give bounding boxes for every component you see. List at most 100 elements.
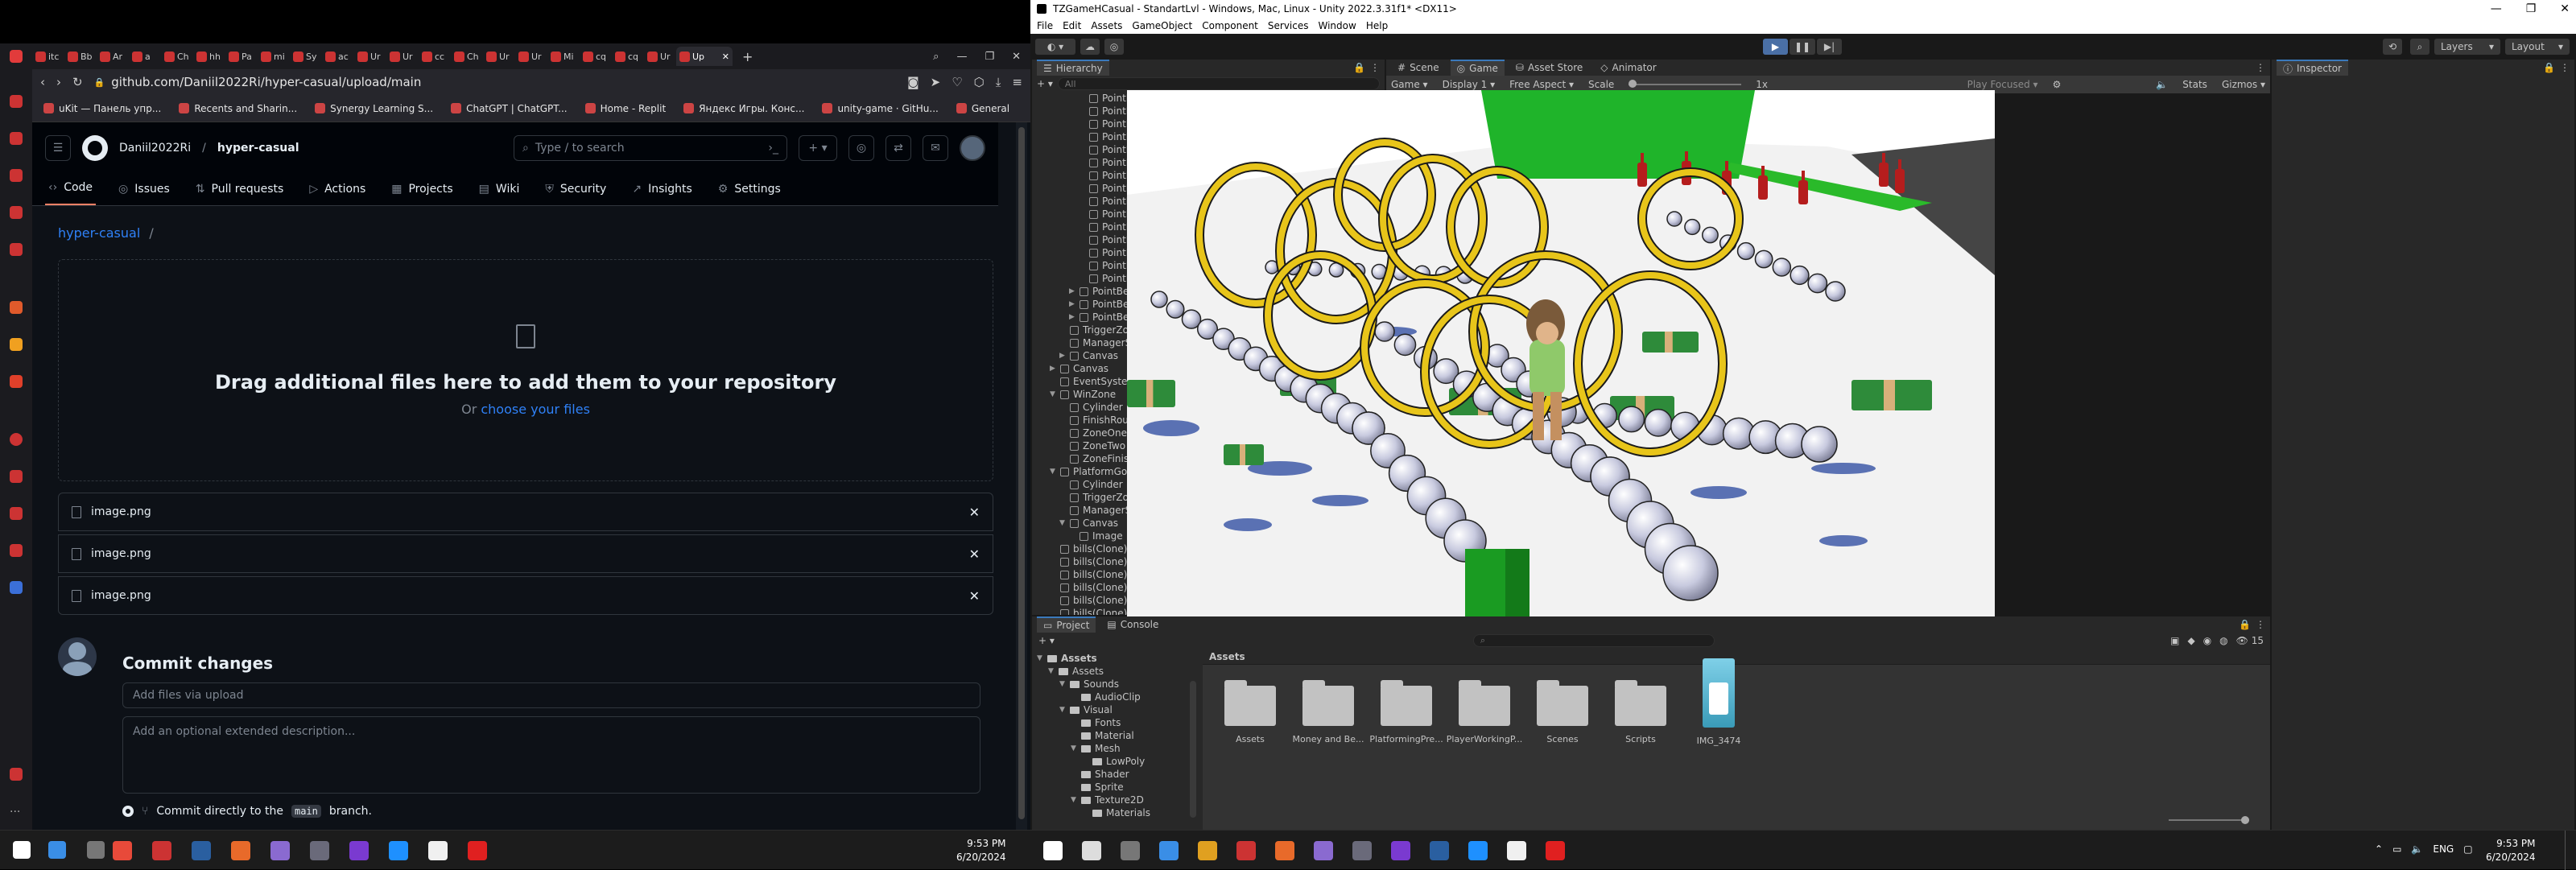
hierarchy-item[interactable]: ▶ Canvas	[1059, 349, 1118, 362]
kebab-icon[interactable]: ⋮	[2560, 62, 2570, 73]
sidebar-app-icon[interactable]	[10, 581, 23, 594]
app-icon[interactable]	[349, 841, 369, 860]
network-icon[interactable]: ▭	[2392, 843, 2401, 855]
play-button[interactable]: ▶	[1763, 39, 1788, 55]
hierarchy-item[interactable]: ZoneTwo	[1059, 439, 1125, 452]
icon-size-slider[interactable]	[2169, 816, 2249, 824]
minimize-icon[interactable]: —	[956, 51, 967, 63]
hidden-packages-icon[interactable]: ◍	[2219, 635, 2227, 646]
asset-folder[interactable]: Money and Be...	[1292, 680, 1364, 744]
menu-window[interactable]: Window	[1319, 20, 1356, 31]
opera-icon[interactable]	[1236, 841, 1256, 860]
radio-selected-icon[interactable]	[122, 806, 134, 817]
collapsed-arrow-icon[interactable]: ▶	[1069, 313, 1075, 321]
browser-tab[interactable]: mi	[258, 47, 288, 66]
menu-icon[interactable]: ≡	[1012, 75, 1022, 89]
task-view-icon[interactable]	[87, 841, 105, 859]
lock-icon[interactable]: 🔒	[1353, 62, 1365, 73]
visual-studio-icon[interactable]	[270, 841, 290, 860]
game-mode-dropdown[interactable]: Game ▾	[1391, 79, 1428, 90]
browser-tab[interactable]: cc	[419, 47, 449, 66]
visual-studio-icon[interactable]	[1314, 841, 1333, 860]
project-folder-item[interactable]: ▼ Sounds	[1059, 678, 1119, 691]
hierarchy-item[interactable]: Image	[1069, 530, 1123, 542]
show-desktop-button[interactable]	[2565, 831, 2570, 870]
opera-icon[interactable]	[152, 841, 171, 860]
sidebar-app-icon[interactable]	[10, 470, 23, 483]
bookmark-item[interactable]: Home - Replit	[584, 103, 666, 114]
hierarchy-item[interactable]: bills(Clone)	[1050, 568, 1127, 581]
tab-settings[interactable]: ⚙ Settings	[715, 176, 784, 205]
asset-folder[interactable]: PlayerWorkingP...	[1447, 680, 1522, 744]
command-palette-icon[interactable]: ›_	[768, 142, 778, 155]
inbox-icon[interactable]: ✉	[923, 135, 948, 161]
hierarchy-item[interactable]: Cylinder	[1059, 478, 1123, 491]
expanded-arrow-icon[interactable]: ▼	[1050, 390, 1056, 398]
collapsed-arrow-icon[interactable]: ▶	[1069, 287, 1075, 295]
url-box[interactable]: 🔒 github.com/Daniil2022Ri/hyper-casual/u…	[94, 72, 897, 92]
bookmark-item[interactable]: Synergy Learning S...	[315, 103, 433, 114]
browser-tab[interactable]: cq	[580, 47, 610, 66]
collapsed-arrow-icon[interactable]: ▶	[1069, 300, 1075, 308]
bookmark-item[interactable]: ChatGPT | ChatGPT...	[451, 103, 568, 114]
lock-icon[interactable]: 🔒	[2543, 62, 2555, 73]
app-icon[interactable]	[1391, 841, 1410, 860]
expanded-arrow-icon[interactable]: ▼	[1071, 796, 1077, 804]
unity-icon[interactable]	[1507, 841, 1526, 860]
edge-icon[interactable]	[113, 841, 132, 860]
commit-direct-option[interactable]: ⑂ Commit directly to the main branch.	[122, 805, 372, 818]
cube-icon[interactable]: ⬡	[974, 75, 985, 89]
tab-console[interactable]: ▤ Console	[1100, 616, 1165, 633]
browser-tab[interactable]: itc	[32, 47, 63, 66]
url-text[interactable]: github.com/Daniil2022Ri/hyper-casual/upl…	[111, 75, 421, 89]
repo-name-link[interactable]: hyper-casual	[217, 142, 299, 155]
menu-component[interactable]: Component	[1202, 20, 1258, 31]
project-folder-item[interactable]: ▼ Mesh	[1071, 742, 1121, 755]
hierarchy-item[interactable]: EventSystem	[1050, 375, 1137, 388]
project-tree-scrollbar[interactable]	[1190, 681, 1196, 818]
maximize-icon[interactable]: ❐	[2526, 2, 2537, 15]
bookmark-item[interactable]: Recents and Sharin...	[179, 103, 297, 114]
language-indicator[interactable]: ENG	[2433, 843, 2454, 855]
hamburger-icon[interactable]: ☰	[45, 135, 71, 161]
kebab-icon[interactable]: ⋮	[1370, 62, 1380, 73]
tab-insights[interactable]: ↗ Insights	[629, 176, 695, 205]
unity-icon[interactable]	[428, 841, 448, 860]
collapsed-arrow-icon[interactable]: ▶	[1050, 365, 1056, 373]
tab-security[interactable]: ⛨ Security	[542, 176, 609, 205]
kebab-icon[interactable]: ⋮	[2256, 619, 2265, 630]
asset-image[interactable]: IMG_3474	[1682, 658, 1755, 746]
issues-icon[interactable]: ◎	[848, 135, 874, 161]
app-icon[interactable]	[231, 841, 250, 860]
sidebar-app-icon[interactable]	[10, 375, 23, 388]
browser-tab[interactable]: Ur	[354, 47, 385, 66]
project-folder-item[interactable]: ▼ Assets	[1037, 652, 1097, 665]
browser-tab[interactable]: ac	[322, 47, 353, 66]
sidebar-app-icon[interactable]	[10, 338, 23, 351]
sidebar-app-icon[interactable]	[10, 169, 23, 182]
asset-folder[interactable]: Assets	[1214, 680, 1286, 744]
browser-tab[interactable]: Ur	[483, 47, 514, 66]
remove-file-icon[interactable]: ✕	[969, 505, 980, 520]
close-icon[interactable]: ✕	[2560, 2, 2570, 15]
tab-wiki[interactable]: ▤ Wiki	[476, 176, 523, 205]
hierarchy-item[interactable]: ZoneOne	[1059, 427, 1127, 439]
forward-icon[interactable]: ›	[56, 75, 61, 89]
task-view-icon[interactable]	[1121, 841, 1140, 860]
breadcrumb-repo-link[interactable]: hyper-casual	[58, 225, 140, 241]
terminal-icon[interactable]	[192, 841, 211, 860]
browser-tab[interactable]: hh	[193, 47, 224, 66]
asset-path-label[interactable]: Assets	[1209, 651, 1245, 662]
sidebar-app-icon[interactable]	[10, 243, 23, 256]
menu-services[interactable]: Services	[1268, 20, 1309, 31]
search-icon[interactable]	[48, 841, 66, 859]
windows-start-icon[interactable]	[13, 841, 31, 859]
tab-asset-store[interactable]: ⛁ Asset Store	[1509, 60, 1589, 76]
hierarchy-item[interactable]: ▶ Canvas	[1050, 362, 1108, 375]
create-new-button[interactable]: + ▾	[799, 135, 837, 161]
expanded-arrow-icon[interactable]: ▼	[1048, 667, 1055, 675]
browser-tab[interactable]: Sy	[290, 47, 320, 66]
menu-assets[interactable]: Assets	[1091, 20, 1122, 31]
menu-file[interactable]: File	[1037, 20, 1053, 31]
project-folder-item[interactable]: AudioClip	[1071, 691, 1141, 703]
